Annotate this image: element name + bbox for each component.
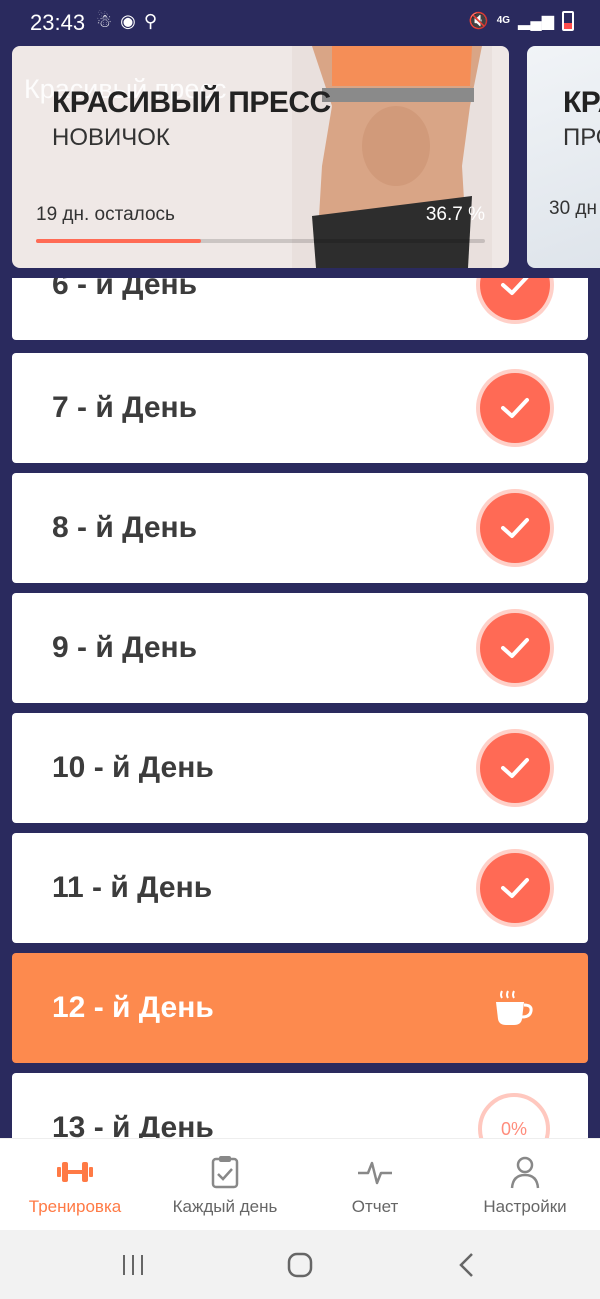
plan-carousel[interactable]: Красивый пресс КРАСИВЫЙ ПРЕСС НОВИЧОК 19… bbox=[0, 46, 600, 278]
day-row[interactable]: 11 - й День bbox=[12, 833, 588, 943]
plan-progress-bar bbox=[36, 239, 485, 243]
day-row[interactable]: 8 - й День bbox=[12, 473, 588, 583]
checkmark-icon bbox=[480, 373, 550, 443]
day-label: 12 - й День bbox=[52, 991, 214, 1024]
search-icon: ⚲ bbox=[143, 11, 158, 31]
day-percent: 0% bbox=[500, 1118, 527, 1139]
tab-workout[interactable]: Тренировка bbox=[0, 1139, 150, 1230]
system-nav-bar bbox=[0, 1230, 600, 1299]
tab-report[interactable]: Отчет bbox=[300, 1139, 450, 1230]
athlete-image bbox=[292, 46, 492, 268]
day-row[interactable]: 6 - й День bbox=[12, 278, 588, 340]
day-label: 9 - й День bbox=[52, 631, 198, 664]
plan-title: КРАСИВЫЙ ПРЕСС bbox=[52, 86, 331, 119]
plan-title: КРА bbox=[563, 86, 600, 119]
checkmark-icon bbox=[480, 493, 550, 563]
day-row[interactable]: 10 - й День bbox=[12, 713, 588, 823]
day-label: 13 - й День bbox=[52, 1111, 214, 1138]
shazam-icon: ◉ bbox=[120, 11, 136, 31]
day-row[interactable]: 7 - й День bbox=[12, 353, 588, 463]
day-row[interactable]: 9 - й День bbox=[12, 593, 588, 703]
status-bar: 23:43 ☃ ◉ ⚲ 🔇 4G ▂▄▆ bbox=[0, 0, 600, 46]
pulse-icon bbox=[358, 1161, 392, 1185]
tab-settings[interactable]: Настройки bbox=[450, 1139, 600, 1230]
status-time: 23:43 bbox=[30, 10, 86, 35]
dumbbell-icon bbox=[57, 1162, 93, 1182]
checkmark-icon bbox=[480, 853, 550, 923]
checkmark-icon bbox=[480, 278, 550, 320]
plan-card-next[interactable]: КРА ПРО 30 дн bbox=[527, 46, 600, 268]
checkmark-icon bbox=[480, 733, 550, 803]
bottom-tab-bar: Тренировка Каждый день Отчет Настройки bbox=[0, 1138, 600, 1230]
day-label: 10 - й День bbox=[52, 751, 214, 784]
system-icons: 🔇 4G ▂▄▆ bbox=[469, 11, 574, 31]
back-icon[interactable] bbox=[452, 1250, 482, 1280]
coffee-cup-icon bbox=[496, 990, 533, 1025]
checkmark-icon bbox=[480, 613, 550, 683]
clipboard-check-icon bbox=[211, 1156, 239, 1189]
signal-icon: ▂▄▆ bbox=[518, 13, 554, 30]
tab-label: Тренировка bbox=[28, 1197, 122, 1216]
day-list[interactable]: 6 - й День 7 - й День 8 - й День 9 - й Д… bbox=[0, 278, 600, 1138]
day-progress-ring: 0% bbox=[478, 1093, 550, 1138]
plan-card-beginner[interactable]: Красивый пресс КРАСИВЫЙ ПРЕСС НОВИЧОК 19… bbox=[12, 46, 509, 268]
mute-icon: 🔇 bbox=[468, 13, 489, 30]
battery-icon bbox=[562, 11, 574, 31]
day-label: 11 - й День bbox=[52, 871, 213, 904]
days-left: 19 дн. осталось bbox=[36, 204, 175, 225]
tab-label: Настройки bbox=[483, 1197, 567, 1216]
plan-level: ПРО bbox=[563, 124, 600, 151]
home-icon[interactable] bbox=[285, 1250, 315, 1280]
recent-apps-icon[interactable] bbox=[118, 1250, 148, 1280]
plan-level: НОВИЧОК bbox=[52, 124, 170, 151]
day-row-current[interactable]: 12 - й День bbox=[12, 953, 588, 1063]
day-label: 7 - й День bbox=[52, 391, 198, 424]
day-label: 8 - й День bbox=[52, 511, 198, 544]
notification-icons: ☃ ◉ ⚲ bbox=[96, 11, 157, 32]
plan-percent: 36.7 % bbox=[425, 204, 485, 225]
tab-label: Каждый день bbox=[172, 1197, 278, 1216]
app-notification-icon: ☃ bbox=[96, 11, 113, 31]
tab-daily[interactable]: Каждый день bbox=[150, 1139, 300, 1230]
tab-label: Отчет bbox=[351, 1197, 399, 1216]
day-label: 6 - й День bbox=[52, 278, 198, 301]
day-row[interactable]: 13 - й День 0% bbox=[12, 1073, 588, 1138]
plan-progress-fill bbox=[36, 239, 201, 243]
days-left: 30 дн bbox=[549, 198, 597, 219]
user-icon bbox=[510, 1156, 540, 1189]
network-type: 4G bbox=[496, 15, 511, 26]
